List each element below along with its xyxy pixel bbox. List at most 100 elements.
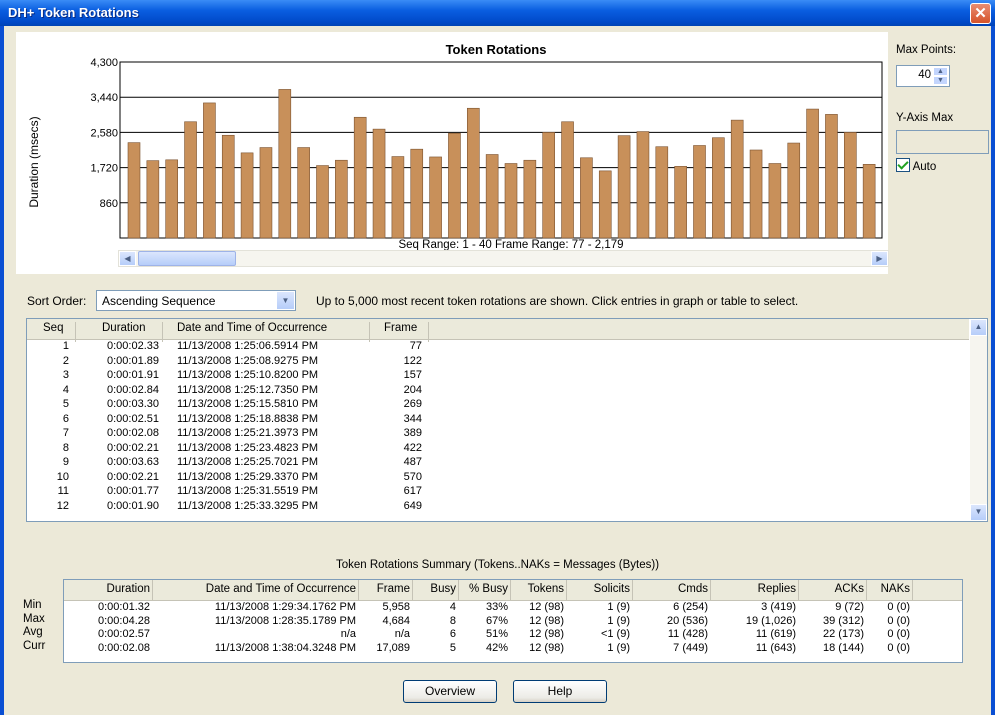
scroll-thumb[interactable] <box>138 251 236 266</box>
table-row[interactable]: 11 0:00:01.77 11/13/2008 1:25:31.5519 PM 61… <box>27 485 969 497</box>
rotations-table-scrollbar[interactable]: ▲ ▼ <box>970 319 987 521</box>
summary-cell: 39 (312) <box>823 614 864 627</box>
bar-seq-4[interactable] <box>184 121 197 239</box>
overview-button[interactable]: Overview <box>403 680 497 703</box>
scroll-right-icon[interactable]: ▶ <box>871 251 888 266</box>
table-row[interactable]: 3 0:00:01.91 11/13/2008 1:25:10.8200 PM 157 <box>27 369 969 381</box>
bar-seq-39[interactable] <box>843 132 857 239</box>
summary-col-header[interactable]: Frame <box>362 583 410 595</box>
bar-seq-14[interactable] <box>372 128 386 239</box>
bar-seq-2[interactable] <box>146 160 160 239</box>
auto-checkbox[interactable]: Auto <box>896 158 936 173</box>
summary-col-header[interactable]: Busy <box>416 583 456 595</box>
bar-seq-35[interactable] <box>768 163 782 239</box>
bar-seq-24[interactable] <box>561 121 574 239</box>
bar-seq-22[interactable] <box>523 159 537 239</box>
summary-col-header[interactable]: % Busy <box>462 583 508 595</box>
table-row[interactable]: 5 0:00:03.30 11/13/2008 1:25:15.5810 PM 269 <box>27 398 969 410</box>
bar-seq-31[interactable] <box>693 145 706 239</box>
bar-seq-29[interactable] <box>655 146 669 239</box>
bar-seq-34[interactable] <box>749 149 763 239</box>
bar-seq-6[interactable] <box>221 134 235 239</box>
bar-seq-40[interactable] <box>862 164 876 239</box>
table-row[interactable]: 2 0:00:01.89 11/13/2008 1:25:08.9275 PM 122 <box>27 355 969 367</box>
bar-seq-10[interactable] <box>297 147 310 239</box>
bar-seq-30[interactable] <box>674 166 687 239</box>
bar-seq-1[interactable] <box>127 142 141 239</box>
table-row[interactable]: 4 0:00:02.84 11/13/2008 1:25:12.7350 PM 204 <box>27 384 969 396</box>
table-cell: 122 <box>403 354 422 367</box>
table-cell: 11/13/2008 1:25:10.8200 PM <box>177 369 319 381</box>
bar-seq-27[interactable] <box>617 135 631 239</box>
bar-seq-13[interactable] <box>353 116 367 239</box>
table-row[interactable]: 12 0:00:01.90 11/13/2008 1:25:33.3295 PM 64… <box>27 500 969 512</box>
close-button[interactable]: ✕ <box>970 3 991 24</box>
spin-down-icon[interactable]: ▼ <box>933 76 948 85</box>
scroll-left-icon[interactable]: ◀ <box>119 251 136 266</box>
summary-cell: 12 (98) <box>529 601 564 613</box>
table-row[interactable]: 1 0:00:02.33 11/13/2008 1:25:06.5914 PM 77 <box>27 340 969 352</box>
bar-seq-8[interactable] <box>259 147 273 239</box>
table-row[interactable]: 7 0:00:02.08 11/13/2008 1:25:21.3973 PM 389 <box>27 427 969 439</box>
chart-area[interactable]: Token Rotations Duration (msecs) 860 1,72… <box>16 32 888 274</box>
summary-col-header[interactable]: Solicits <box>570 583 630 595</box>
column-separator <box>566 580 567 600</box>
table-cell: 12 <box>56 499 69 512</box>
bar-seq-19[interactable] <box>466 107 480 239</box>
summary-col-header[interactable]: Date and Time of Occurrence <box>156 583 356 595</box>
max-points-stepper[interactable]: 40 ▲ ▼ <box>896 65 950 87</box>
bar-seq-38[interactable] <box>825 114 838 239</box>
help-button[interactable]: Help <box>513 680 607 703</box>
bar-seq-21[interactable] <box>504 163 518 239</box>
y-axis-max-field[interactable] <box>896 130 989 154</box>
summary-col-header[interactable]: Tokens <box>514 583 564 595</box>
scroll-up-icon[interactable]: ▲ <box>970 319 987 336</box>
bar-seq-23[interactable] <box>542 132 556 239</box>
bar-seq-15[interactable] <box>391 156 405 239</box>
bar-seq-33[interactable] <box>730 119 744 239</box>
max-points-value[interactable]: 40 <box>918 69 931 81</box>
summary-col-header[interactable]: NAKs <box>870 583 910 595</box>
col-frame[interactable]: Frame <box>384 322 417 334</box>
table-cell: 0:00:02.33 <box>107 340 159 352</box>
scroll-down-icon[interactable]: ▼ <box>970 504 987 521</box>
bar-seq-3[interactable] <box>165 159 178 239</box>
sort-order-value[interactable]: Ascending Sequence <box>102 294 215 308</box>
rotations-table[interactable]: Seq Duration Date and Time of Occurrence… <box>26 318 988 522</box>
summary-col-header[interactable]: Cmds <box>636 583 708 595</box>
summary-cell: 11 (428) <box>667 628 708 640</box>
spin-up-icon[interactable]: ▲ <box>933 67 948 76</box>
bar-seq-11[interactable] <box>316 165 329 239</box>
bar-seq-26[interactable] <box>598 170 612 239</box>
chart-horizontal-scrollbar[interactable]: ◀ ▶ <box>118 250 889 267</box>
table-row[interactable]: 9 0:00:03.63 11/13/2008 1:25:25.7021 PM 487 <box>27 456 969 468</box>
table-row[interactable]: 6 0:00:02.51 11/13/2008 1:25:18.8838 PM 344 <box>27 413 969 425</box>
col-seq[interactable]: Seq <box>43 322 63 334</box>
col-duration[interactable]: Duration <box>102 322 145 334</box>
bar-seq-25[interactable] <box>580 157 593 239</box>
bar-seq-7[interactable] <box>240 152 254 239</box>
table-cell: 0:00:02.51 <box>107 412 159 425</box>
bar-seq-18[interactable] <box>448 132 461 239</box>
checkbox-checked-icon[interactable] <box>896 158 910 172</box>
col-date-time[interactable]: Date and Time of Occurrence <box>177 322 327 334</box>
bar-seq-37[interactable] <box>806 108 819 239</box>
bar-seq-5[interactable] <box>203 102 216 239</box>
table-row[interactable]: 10 0:00:02.21 11/13/2008 1:25:29.3370 PM 57… <box>27 471 969 483</box>
summary-col-header[interactable]: ACKs <box>802 583 864 595</box>
bar-seq-32[interactable] <box>712 137 725 239</box>
chevron-down-icon[interactable]: ▼ <box>277 292 294 309</box>
bar-seq-20[interactable] <box>485 154 499 239</box>
summary-col-header[interactable]: Replies <box>714 583 796 595</box>
bar-seq-28[interactable] <box>636 131 650 239</box>
summary-table: Duration Date and Time of Occurrence Frame… <box>63 579 963 663</box>
sort-order-select[interactable]: Ascending Sequence ▼ <box>96 290 296 311</box>
table-row[interactable]: 8 0:00:02.21 11/13/2008 1:25:23.4823 PM 422 <box>27 442 969 454</box>
bar-seq-9[interactable] <box>278 89 292 239</box>
bar-seq-16[interactable] <box>410 148 424 239</box>
bar-seq-12[interactable] <box>335 159 348 239</box>
summary-col-header[interactable]: Duration <box>70 583 150 595</box>
bar-seq-17[interactable] <box>429 156 442 239</box>
token-rotations-chart[interactable]: Token Rotations Duration (msecs) 860 1,72… <box>16 32 888 274</box>
bar-seq-36[interactable] <box>787 142 801 239</box>
